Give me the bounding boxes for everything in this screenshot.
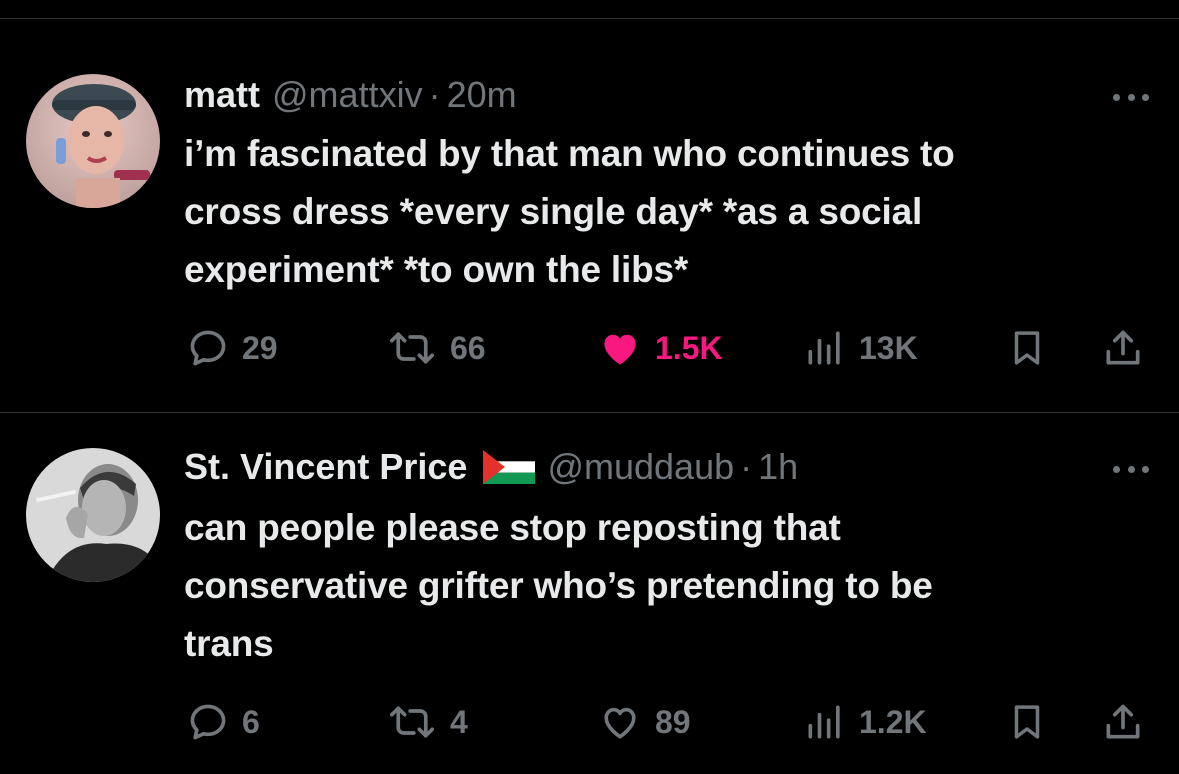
- views-icon: [808, 705, 840, 739]
- repost-count: 4: [450, 703, 468, 740]
- display-name[interactable]: matt: [184, 74, 260, 116]
- like-count: 1.5K: [655, 329, 723, 366]
- reply-count: 6: [242, 703, 260, 740]
- share-button[interactable]: [1101, 697, 1145, 747]
- repost-button[interactable]: 66: [386, 323, 486, 373]
- like-count: 89: [655, 703, 691, 740]
- views-button[interactable]: 1.2K: [803, 697, 927, 747]
- repost-icon: [390, 332, 434, 364]
- separator-dot: ·: [428, 74, 441, 115]
- timestamp[interactable]: 1h: [758, 446, 798, 488]
- reply-count: 29: [242, 329, 278, 366]
- tweet-text-line: i’m fascinated by that man who continues…: [184, 133, 955, 174]
- tweet-text-line: experiment* *to own the libs*: [184, 249, 689, 290]
- like-button[interactable]: 89: [597, 697, 691, 747]
- tweet-text: can people please stop reposting that co…: [184, 499, 1159, 673]
- palestine-flag-icon: [483, 450, 536, 484]
- timestamp[interactable]: 20m: [447, 74, 517, 116]
- share-button[interactable]: [1101, 323, 1145, 373]
- timeline-feed: matt @mattxiv · 20m i’m fascinated by th…: [0, 0, 1179, 774]
- tweet-text: i’m fascinated by that man who continues…: [184, 125, 1159, 299]
- tweet-text-line: conservative grifter who’s pretending to…: [184, 565, 933, 606]
- avatar[interactable]: [26, 448, 160, 582]
- display-name[interactable]: St. Vincent Price: [184, 446, 467, 488]
- avatar[interactable]: [26, 74, 160, 208]
- bookmark-icon: [1014, 331, 1040, 365]
- action-bar: 6 4 89 1.2K: [0, 697, 1179, 747]
- bookmark-button[interactable]: [1006, 323, 1048, 373]
- reply-button[interactable]: 29: [186, 323, 278, 373]
- reply-button[interactable]: 6: [186, 697, 260, 747]
- username[interactable]: @mattxiv: [272, 74, 423, 116]
- tweet-header: St. Vincent Price @muddaub · 1h: [184, 445, 1149, 489]
- tweet-text-line: trans: [184, 623, 274, 664]
- action-bar: 29 66 1.5K 13K: [0, 323, 1179, 373]
- tweet[interactable]: St. Vincent Price @muddaub · 1h can peop…: [0, 413, 1179, 774]
- bookmark-button[interactable]: [1006, 697, 1048, 747]
- views-count: 13K: [859, 329, 918, 366]
- reply-icon: [190, 330, 226, 366]
- reply-icon: [190, 704, 226, 740]
- repost-count: 66: [450, 329, 486, 366]
- like-icon: [604, 334, 636, 365]
- tweet[interactable]: matt @mattxiv · 20m i’m fascinated by th…: [0, 19, 1179, 412]
- like-button[interactable]: 1.5K: [597, 323, 723, 373]
- separator-dot: ·: [740, 446, 753, 487]
- tweet-header: matt @mattxiv · 20m: [184, 73, 1149, 117]
- repost-icon: [390, 706, 434, 738]
- tweet-text-line: cross dress *every single day* *as a soc…: [184, 191, 923, 232]
- views-count: 1.2K: [859, 703, 927, 740]
- share-icon: [1106, 330, 1140, 365]
- share-icon: [1106, 704, 1140, 739]
- tweet-text-line: can people please stop reposting that: [184, 507, 841, 548]
- views-button[interactable]: 13K: [803, 323, 918, 373]
- bookmark-icon: [1014, 705, 1040, 739]
- views-icon: [808, 331, 840, 365]
- like-icon: [604, 707, 636, 739]
- repost-button[interactable]: 4: [386, 697, 468, 747]
- more-icon[interactable]: [1113, 464, 1149, 474]
- username[interactable]: @muddaub: [547, 446, 734, 488]
- more-icon[interactable]: [1113, 92, 1149, 102]
